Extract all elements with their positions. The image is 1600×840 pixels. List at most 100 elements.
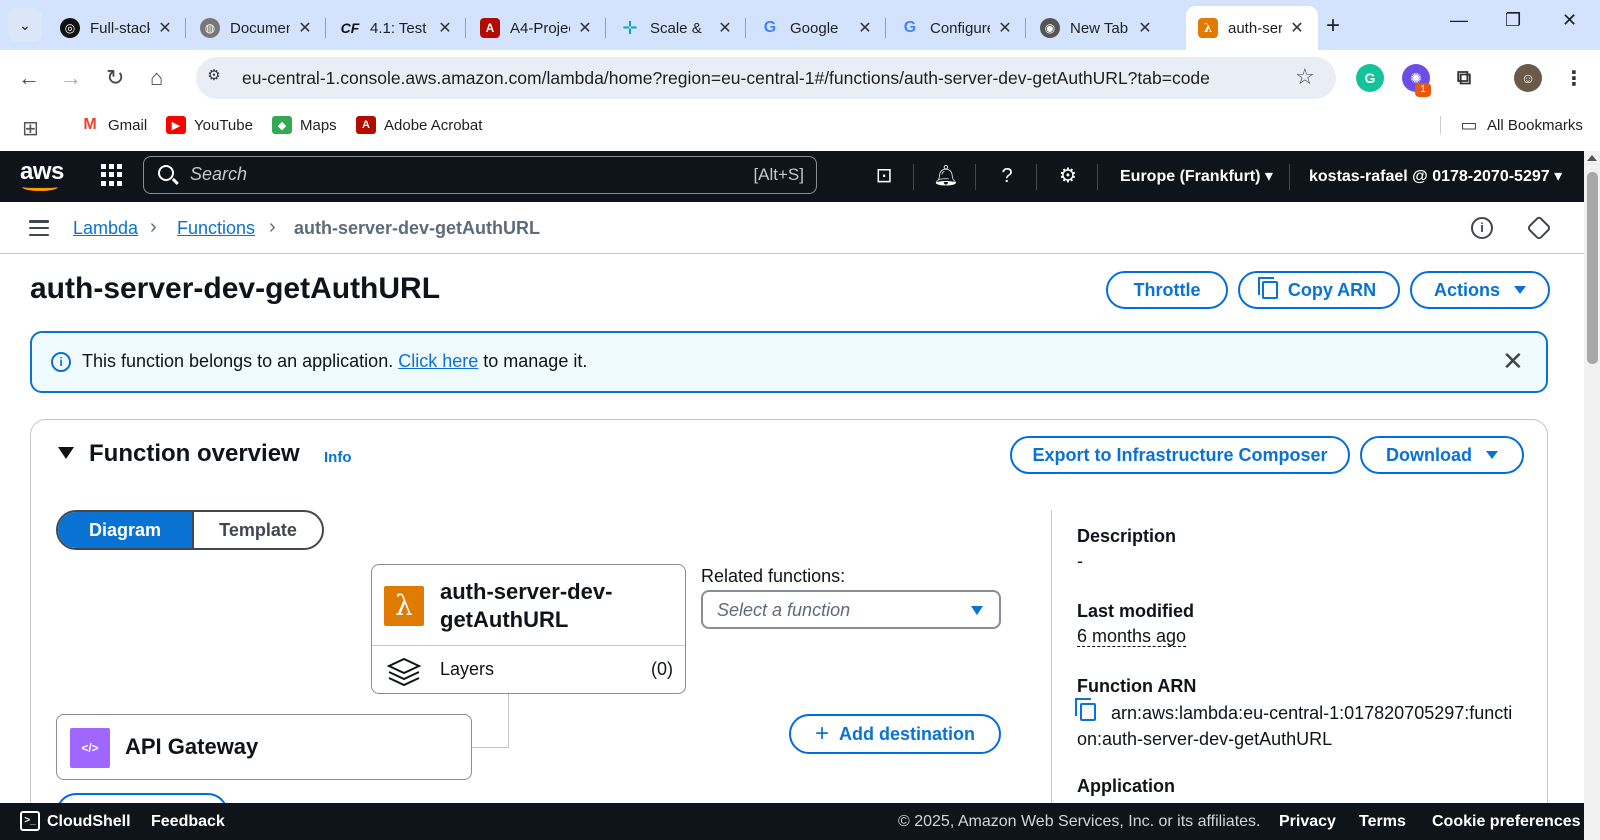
home-icon[interactable]: ⌂ <box>150 65 163 91</box>
function-overview-title[interactable]: Function overview <box>89 440 300 468</box>
trigger-name: API Gateway <box>125 734 259 759</box>
apps-grid-icon[interactable]: ⊞ <box>22 116 39 141</box>
bookmark-adobe-acrobat[interactable]: A Adobe Acrobat <box>356 116 482 134</box>
browser-tab[interactable]: ✛ Scale & ✕ <box>608 6 746 50</box>
caret-down-icon <box>1514 286 1526 294</box>
scroll-up-arrow[interactable] <box>1587 155 1597 161</box>
info-panel-icon[interactable]: i <box>1471 217 1493 239</box>
download-dropdown-button[interactable]: Download <box>1360 436 1524 474</box>
forward-icon[interactable]: → <box>60 65 82 91</box>
caret-down-icon <box>971 606 983 615</box>
close-window-icon[interactable]: ✕ <box>1562 10 1577 31</box>
bookmark-star-icon[interactable]: ☆ <box>1295 64 1315 90</box>
bookmark-youtube[interactable]: ▶ YouTube <box>166 116 253 134</box>
view-toggle: Diagram Template <box>56 510 324 550</box>
api-gateway-icon: </> <box>70 728 110 768</box>
info-link[interactable]: Info <box>324 449 352 466</box>
diagram-connector <box>508 694 509 748</box>
new-tab-icon[interactable]: + <box>1326 12 1340 40</box>
privacy-link[interactable]: Privacy <box>1279 813 1336 831</box>
feedback-link[interactable]: Feedback <box>151 813 225 831</box>
breadcrumb-functions[interactable]: Functions <box>177 218 255 239</box>
last-modified-label: Last modified <box>1077 601 1195 621</box>
description-value: - <box>1077 551 1083 571</box>
account-menu[interactable]: kostas-rafael @ 0178-2070-5297 ▾ <box>1309 166 1562 186</box>
settings-gear-icon[interactable]: ⚙ <box>1055 164 1081 188</box>
cloudshell-link[interactable]: CloudShell <box>47 813 131 831</box>
aws-logo[interactable]: aws <box>20 158 64 186</box>
export-infrastructure-composer-button[interactable]: Export to Infrastructure Composer <box>1010 436 1350 474</box>
scrollbar-thumb[interactable] <box>1587 172 1598 364</box>
function-card-name: auth-server-dev- getAuthURL <box>440 579 613 632</box>
template-toggle[interactable]: Template <box>192 512 322 548</box>
aws-search-input[interactable]: Search [Alt+S] <box>143 156 817 194</box>
bookmark-gmail[interactable]: M Gmail <box>80 116 147 134</box>
close-tab-icon[interactable]: ✕ <box>856 18 874 38</box>
aws-lambda-icon: λ <box>1198 18 1218 38</box>
browser-tab[interactable]: G Configure ✕ <box>888 6 1026 50</box>
tab-search-chevron-icon[interactable]: ⌄ <box>8 8 42 42</box>
site-settings-icon[interactable]: ⚙ <box>200 66 228 90</box>
browser-tab[interactable]: ◉ New Tab ✕ <box>1028 6 1166 50</box>
throttle-button[interactable]: Throttle <box>1106 271 1228 309</box>
browser-tab[interactable]: G Google ✕ <box>748 6 886 50</box>
minimize-icon[interactable]: — <box>1450 10 1468 31</box>
close-tab-icon[interactable]: ✕ <box>576 18 594 38</box>
youtube-icon: ▶ <box>166 116 186 134</box>
close-tab-icon[interactable]: ✕ <box>996 18 1014 38</box>
close-tab-icon[interactable]: ✕ <box>1136 18 1154 38</box>
all-bookmarks[interactable]: ▭ All Bookmarks <box>1440 115 1583 135</box>
close-tab-icon[interactable]: ✕ <box>436 18 454 38</box>
add-destination-button[interactable]: + Add destination <box>789 714 1001 754</box>
lambda-icon: λ <box>384 586 424 626</box>
chevron-right-icon: › <box>269 216 276 238</box>
region-selector[interactable]: Europe (Frankfurt) ▾ <box>1120 166 1273 186</box>
copy-arn-button[interactable]: Copy ARN <box>1238 271 1400 309</box>
back-icon[interactable]: ← <box>18 65 40 91</box>
diagram-toggle[interactable]: Diagram <box>58 512 192 548</box>
browser-tab-active[interactable]: λ auth-server ✕ <box>1186 6 1318 50</box>
scale-icon: ✛ <box>622 17 638 38</box>
browser-tab[interactable]: ◍ Document ✕ <box>188 6 326 50</box>
panel-divider <box>1051 510 1052 840</box>
restore-icon[interactable]: ❐ <box>1505 10 1521 31</box>
close-tab-icon[interactable]: ✕ <box>156 18 174 38</box>
chevron-right-icon: › <box>150 216 157 238</box>
grammarly-extension-icon[interactable]: G <box>1356 64 1384 92</box>
api-gateway-trigger-card[interactable] <box>56 714 472 780</box>
related-functions-select[interactable]: Select a function <box>701 590 1001 629</box>
notifications-bell-icon[interactable]: 🔔︎ <box>933 164 959 188</box>
plus-icon: + <box>814 720 829 747</box>
terms-link[interactable]: Terms <box>1359 813 1406 831</box>
layers-label[interactable]: Layers <box>440 659 494 680</box>
breadcrumb-lambda[interactable]: Lambda <box>73 218 138 239</box>
manage-application-link[interactable]: Click here <box>398 351 478 371</box>
actions-dropdown-button[interactable]: Actions <box>1410 271 1550 309</box>
cookie-preferences-link[interactable]: Cookie preferences <box>1432 813 1581 831</box>
aws-logo-smile <box>22 183 58 191</box>
browser-tab[interactable]: CF 4.1: Test ✕ <box>328 6 466 50</box>
browser-tab[interactable]: ◎ Full-stack ✕ <box>48 6 186 50</box>
gmail-icon: M <box>83 116 97 133</box>
collapse-caret-icon[interactable] <box>58 447 74 459</box>
reload-icon[interactable]: ↻ <box>106 65 124 91</box>
cloudshell-icon[interactable]: >_ <box>20 811 40 831</box>
bookmark-maps[interactable]: ◆ Maps <box>272 116 337 134</box>
close-tab-icon[interactable]: ✕ <box>1288 18 1306 38</box>
extensions-puzzle-icon[interactable]: ⧉ <box>1450 64 1478 92</box>
browser-tab[interactable]: A A4-Project ✕ <box>468 6 606 50</box>
cloudshell-icon[interactable]: ⊡ <box>871 164 897 188</box>
cf-icon: CF <box>340 20 360 36</box>
profile-avatar[interactable]: ☺ <box>1514 64 1542 92</box>
flash-message: This function belongs to an application.… <box>82 351 588 371</box>
close-tab-icon[interactable]: ✕ <box>716 18 734 38</box>
description-label: Description <box>1077 526 1177 546</box>
browser-menu-icon[interactable]: ⋮ <box>1560 64 1588 92</box>
side-nav-toggle-icon[interactable] <box>29 220 49 236</box>
services-menu-icon[interactable] <box>101 164 123 186</box>
chrome-icon: ◉ <box>1040 18 1060 38</box>
close-tab-icon[interactable]: ✕ <box>296 18 314 38</box>
dismiss-flash-icon[interactable]: ✕ <box>1502 348 1524 374</box>
url-text[interactable]: eu-central-1.console.aws.amazon.com/lamb… <box>242 68 1210 89</box>
help-icon[interactable]: ? <box>994 164 1020 188</box>
